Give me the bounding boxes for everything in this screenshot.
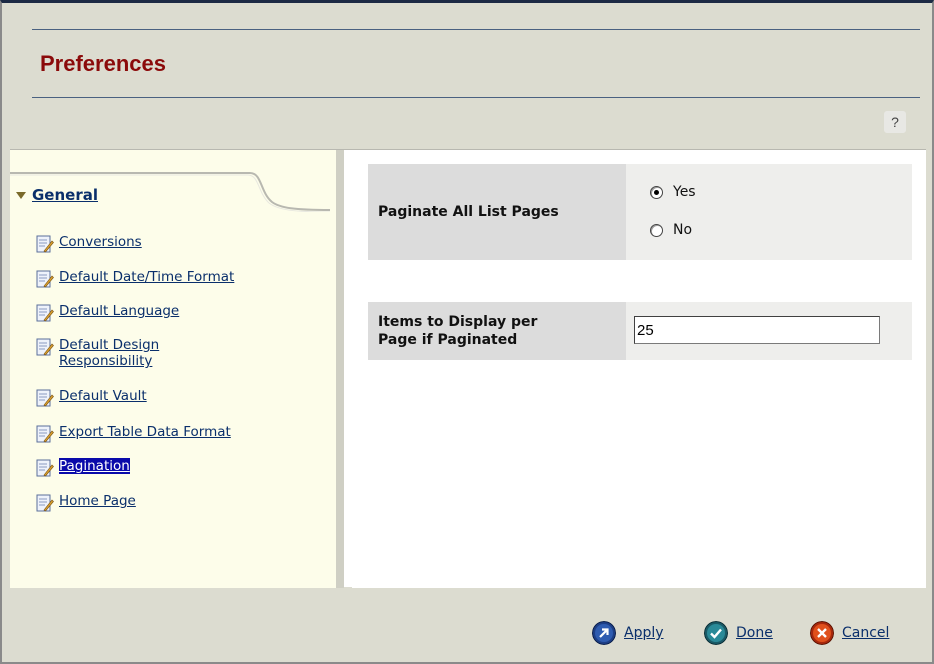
settings-form: Paginate All List Pages Yes No Items to … <box>352 150 926 588</box>
label-line-1: Default Design <box>59 337 160 353</box>
sidebar-item-label: Export Table Data Format <box>59 424 231 440</box>
sidebar-item-label: Home Page <box>59 493 136 509</box>
sidebar-item-pagination[interactable]: Pagination <box>36 458 130 477</box>
preference-page-icon <box>36 235 54 253</box>
paginate-yes-option[interactable]: Yes <box>650 184 696 200</box>
sidebar-item-conversions[interactable]: Conversions <box>36 234 142 253</box>
preference-page-icon <box>36 338 54 356</box>
header: Preferences ? <box>10 3 926 143</box>
label-line-2: Page if Paginated <box>378 332 518 348</box>
sidebar: General Conversions Default Date/Time Fo… <box>10 150 344 588</box>
apply-button[interactable]: Apply <box>592 621 664 645</box>
apply-label: Apply <box>624 625 664 641</box>
items-per-page-input[interactable] <box>634 316 880 344</box>
items-per-page-label: Items to Display per Page if Paginated <box>378 313 537 349</box>
sidebar-item-label: Conversions <box>59 234 142 250</box>
sidebar-item-label: Default Vault <box>59 388 147 404</box>
done-label: Done <box>736 625 773 641</box>
apply-arrow-icon <box>592 621 616 645</box>
sidebar-item-label: Default Language <box>59 303 180 319</box>
preference-page-icon <box>36 270 54 288</box>
label-line-2: Responsibility <box>59 353 153 369</box>
sidebar-item-date-time-format[interactable]: Default Date/Time Format <box>36 269 234 288</box>
items-per-page-value-cell <box>626 302 912 360</box>
preference-page-icon <box>36 459 54 477</box>
expand-arrow-icon <box>16 192 26 199</box>
done-button[interactable]: Done <box>704 621 773 645</box>
sidebar-item-label: Default Design Responsibility <box>59 337 159 369</box>
help-button[interactable]: ? <box>884 111 906 133</box>
section-general-link[interactable]: General <box>32 186 98 204</box>
cancel-label: Cancel <box>842 625 890 641</box>
radio-no[interactable] <box>650 223 663 237</box>
paginate-label: Paginate All List Pages <box>378 204 559 220</box>
radio-yes-label: Yes <box>673 184 696 200</box>
radio-no-label: No <box>673 222 693 238</box>
content-area: General Conversions Default Date/Time Fo… <box>10 149 926 588</box>
sidebar-item-label: Default Date/Time Format <box>59 269 235 285</box>
cancel-x-icon <box>810 621 834 645</box>
preference-page-icon <box>36 494 54 512</box>
label-line-1: Items to Display per <box>378 314 538 330</box>
preference-page-icon <box>36 389 54 407</box>
cancel-button[interactable]: Cancel <box>810 621 889 645</box>
header-divider-top <box>32 29 920 30</box>
preference-page-icon <box>36 425 54 443</box>
page-title: Preferences <box>40 51 166 76</box>
sidebar-item-label: Pagination <box>59 458 130 474</box>
header-divider-bottom <box>32 97 920 98</box>
paginate-label-cell: Paginate All List Pages <box>368 164 626 260</box>
paginate-no-option[interactable]: No <box>650 222 692 238</box>
sidebar-item-design-responsibility[interactable]: Default Design Responsibility <box>36 337 159 369</box>
radio-yes[interactable] <box>650 185 663 199</box>
footer-button-bar: Apply Done Cancel <box>10 591 926 659</box>
items-per-page-label-cell: Items to Display per Page if Paginated <box>368 302 626 360</box>
checkmark-icon <box>704 621 728 645</box>
sidebar-item-language[interactable]: Default Language <box>36 303 179 322</box>
paginate-options-cell: Yes No <box>626 164 912 260</box>
sidebar-item-home-page[interactable]: Home Page <box>36 493 136 512</box>
preference-page-icon <box>36 304 54 322</box>
preferences-window: Preferences ? General Conversions Defaul… <box>0 0 934 664</box>
sidebar-item-vault[interactable]: Default Vault <box>36 388 147 407</box>
sidebar-item-export-table-data-format[interactable]: Export Table Data Format <box>36 424 231 443</box>
